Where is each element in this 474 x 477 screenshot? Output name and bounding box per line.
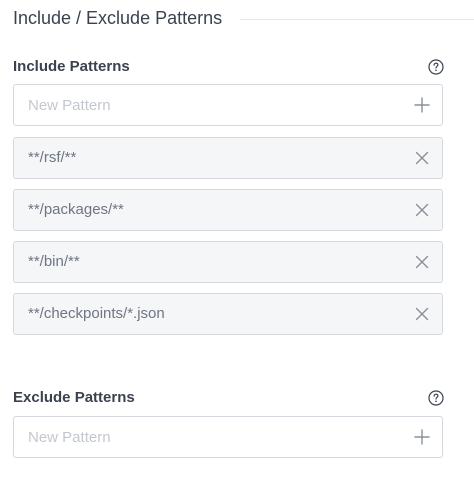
include-pattern-value: **/bin/**: [28, 253, 80, 270]
include-add-pattern-button[interactable]: [414, 97, 430, 113]
include-pattern-value: **/checkpoints/*.json: [28, 305, 165, 322]
exclude-help-icon[interactable]: [428, 390, 444, 406]
include-pattern-row: **/bin/**: [13, 241, 443, 283]
remove-pattern-button[interactable]: [414, 254, 430, 270]
exclude-patterns-label: Exclude Patterns: [13, 389, 135, 406]
remove-pattern-button[interactable]: [414, 202, 430, 218]
x-icon: [415, 255, 429, 269]
remove-pattern-button[interactable]: [414, 150, 430, 166]
include-new-pattern-field: [13, 84, 443, 126]
remove-pattern-button[interactable]: [414, 306, 430, 322]
include-pattern-row: **/rsf/**: [13, 137, 443, 179]
plus-icon: [414, 97, 430, 113]
x-icon: [415, 203, 429, 217]
include-pattern-value: **/rsf/**: [28, 149, 77, 166]
include-new-pattern-input[interactable]: [14, 85, 442, 125]
exclude-new-pattern-field: [13, 416, 443, 458]
x-icon: [415, 151, 429, 165]
section-header: Include / Exclude Patterns: [13, 4, 474, 32]
include-patterns-label: Include Patterns: [13, 58, 130, 75]
include-help-icon[interactable]: [428, 59, 444, 75]
exclude-new-pattern-input[interactable]: [14, 417, 442, 457]
include-pattern-row: **/packages/**: [13, 189, 443, 231]
plus-icon: [414, 429, 430, 445]
exclude-add-pattern-button[interactable]: [414, 429, 430, 445]
section-divider: [240, 18, 474, 20]
include-pattern-row: **/checkpoints/*.json: [13, 293, 443, 335]
x-icon: [415, 307, 429, 321]
section-title: Include / Exclude Patterns: [13, 7, 223, 28]
include-pattern-value: **/packages/**: [28, 201, 124, 218]
